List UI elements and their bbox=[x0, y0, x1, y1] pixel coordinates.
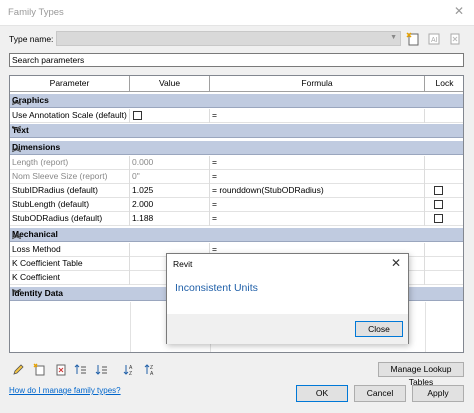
value-cell: 0.000 bbox=[130, 156, 210, 170]
svg-text:A: A bbox=[150, 371, 154, 376]
parameter-name: StubIDRadius (default) bbox=[10, 184, 130, 198]
lock-cell bbox=[425, 257, 463, 271]
parameter-name: Use Annotation Scale (default) bbox=[10, 109, 130, 123]
formula-cell[interactable]: = bbox=[210, 156, 425, 170]
lock-cell bbox=[425, 109, 463, 123]
lock-checkbox[interactable] bbox=[434, 186, 443, 195]
column-header-lock[interactable]: Lock bbox=[425, 76, 463, 92]
lock-cell[interactable] bbox=[425, 198, 463, 212]
value-cell: 0" bbox=[130, 170, 210, 184]
formula-cell[interactable]: = bbox=[210, 170, 425, 184]
group-mechanical[interactable]: Mechanical ︽ bbox=[10, 228, 463, 242]
lock-cell bbox=[425, 170, 463, 184]
value-cell[interactable]: 1.188 bbox=[130, 212, 210, 226]
sort-ascending-icon[interactable]: AZ bbox=[122, 362, 136, 376]
value-cell[interactable] bbox=[130, 109, 210, 123]
table-row[interactable]: StubODRadius (default) 1.188 = bbox=[10, 212, 463, 226]
lock-cell bbox=[425, 156, 463, 170]
dialog-message: Inconsistent Units bbox=[175, 282, 258, 294]
group-text[interactable]: Text ︾ bbox=[10, 124, 463, 138]
formula-cell[interactable]: = bbox=[210, 198, 425, 212]
formula-cell[interactable]: = bbox=[210, 109, 425, 123]
apply-button[interactable]: Apply bbox=[412, 385, 464, 402]
ok-button[interactable]: OK bbox=[296, 385, 348, 402]
value-cell[interactable]: 1.025 bbox=[130, 184, 210, 198]
group-graphics[interactable]: Graphics ︽ bbox=[10, 94, 463, 108]
table-row[interactable]: Length (report) 0.000 = bbox=[10, 156, 463, 170]
new-type-icon[interactable] bbox=[404, 30, 421, 47]
parameter-name: StubLength (default) bbox=[10, 198, 130, 212]
window-title: Family Types bbox=[8, 7, 64, 18]
lock-cell[interactable] bbox=[425, 212, 463, 226]
delete-type-icon[interactable] bbox=[446, 30, 463, 47]
table-row[interactable]: StubLength (default) 2.000 = bbox=[10, 198, 463, 212]
delete-parameter-icon[interactable] bbox=[53, 362, 67, 376]
svg-text:AI: AI bbox=[431, 37, 438, 44]
column-header-value[interactable]: Value bbox=[130, 76, 210, 92]
parameter-name: K Coefficient Table bbox=[10, 257, 130, 271]
window-close-icon[interactable]: ✕ bbox=[454, 4, 464, 18]
type-name-label: Type name: bbox=[9, 34, 54, 44]
column-header-formula[interactable]: Formula bbox=[210, 76, 425, 92]
edit-parameter-icon[interactable] bbox=[11, 362, 25, 376]
cancel-button[interactable]: Cancel bbox=[354, 385, 406, 402]
dialog-close-button[interactable]: Close bbox=[355, 321, 403, 337]
search-placeholder: Search parameters bbox=[12, 55, 85, 65]
table-row[interactable]: StubIDRadius (default) 1.025 = rounddown… bbox=[10, 184, 463, 198]
move-up-icon[interactable] bbox=[73, 362, 87, 376]
table-row[interactable]: Use Annotation Scale (default) = bbox=[10, 109, 463, 123]
column-header-parameter[interactable]: Parameter bbox=[10, 76, 130, 92]
collapse-icon[interactable]: ︽ bbox=[12, 94, 457, 107]
parameter-name: K Coefficient bbox=[10, 271, 130, 285]
svg-text:Z: Z bbox=[129, 371, 132, 376]
revit-dialog: Revit ✕ Inconsistent Units Close bbox=[166, 253, 409, 344]
value-cell[interactable]: 2.000 bbox=[130, 198, 210, 212]
collapse-icon[interactable]: ︽ bbox=[12, 141, 457, 154]
dialog-close-icon[interactable]: ✕ bbox=[391, 256, 401, 270]
rename-type-icon[interactable]: AI bbox=[425, 30, 442, 47]
grid-header: Parameter Value Formula Lock bbox=[10, 76, 463, 92]
lock-cell bbox=[425, 271, 463, 285]
column-divider bbox=[425, 302, 426, 352]
sort-descending-icon[interactable]: ZA bbox=[143, 362, 157, 376]
column-divider bbox=[130, 302, 131, 352]
lock-checkbox[interactable] bbox=[434, 200, 443, 209]
lock-cell bbox=[425, 243, 463, 257]
parameter-name: StubODRadius (default) bbox=[10, 212, 130, 226]
new-parameter-icon[interactable] bbox=[32, 362, 46, 376]
title-bar: Family Types ✕ bbox=[0, 0, 474, 26]
expand-icon[interactable]: ︾ bbox=[12, 124, 457, 137]
parameter-name: Loss Method bbox=[10, 243, 130, 257]
type-name-dropdown[interactable]: ▼ bbox=[56, 31, 401, 46]
search-input[interactable]: Search parameters bbox=[9, 53, 464, 67]
dialog-title: Revit bbox=[173, 259, 193, 269]
chevron-down-icon: ▼ bbox=[390, 34, 397, 41]
table-row[interactable]: Nom Sleeve Size (report) 0" = bbox=[10, 170, 463, 184]
collapse-icon[interactable]: ︽ bbox=[12, 228, 457, 241]
help-link[interactable]: How do I manage family types? bbox=[9, 386, 121, 395]
parameter-name: Length (report) bbox=[10, 156, 130, 170]
parameter-name: Nom Sleeve Size (report) bbox=[10, 170, 130, 184]
move-down-icon[interactable] bbox=[94, 362, 108, 376]
lock-checkbox[interactable] bbox=[434, 214, 443, 223]
annotation-scale-checkbox[interactable] bbox=[133, 111, 142, 120]
lock-cell[interactable] bbox=[425, 184, 463, 198]
formula-cell[interactable]: = bbox=[210, 212, 425, 226]
manage-lookup-tables-button[interactable]: Manage Lookup Tables bbox=[378, 362, 464, 387]
formula-cell[interactable]: = rounddown(StubODRadius) bbox=[210, 184, 425, 198]
group-dimensions[interactable]: Dimensions ︽ bbox=[10, 141, 463, 155]
